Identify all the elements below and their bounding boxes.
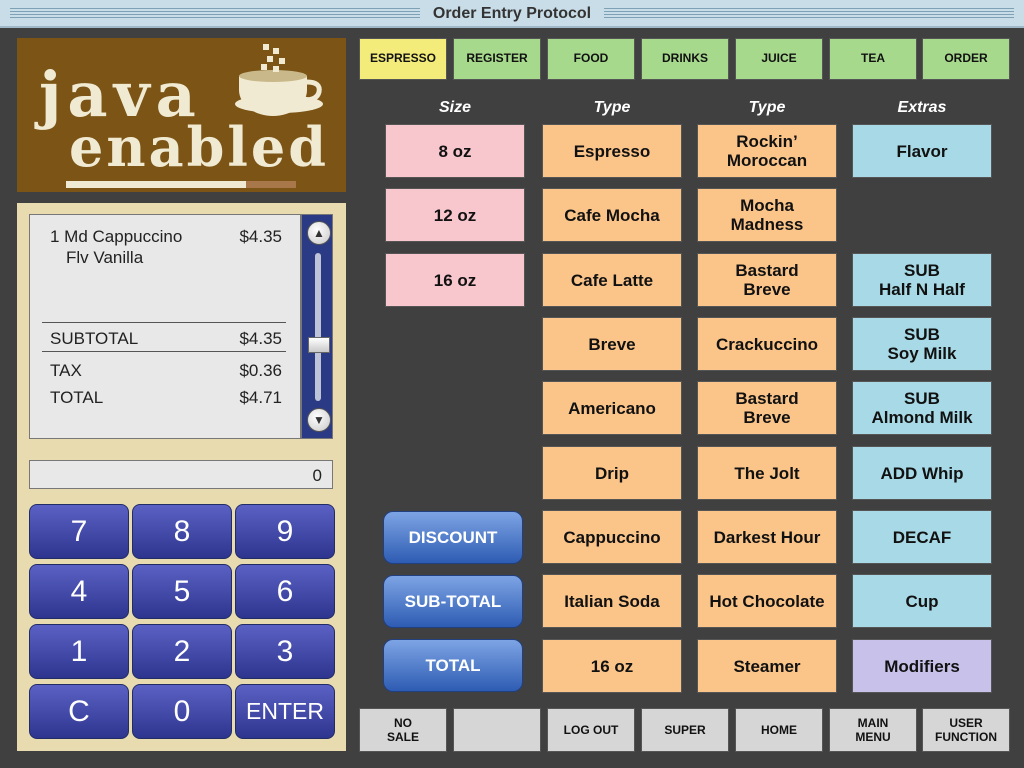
receipt-divider [42,322,286,323]
key-6[interactable]: 6 [235,564,335,619]
column-header-type-2: Type [748,99,786,116]
extra-decaf-button[interactable]: DECAF [852,510,992,564]
super-button[interactable]: SUPER [641,708,729,752]
drink-hot-chocolate-button[interactable]: Hot Chocolate [697,574,837,628]
tax-label: TAX [50,361,82,380]
drink-the-jolt-button[interactable]: The Jolt [697,446,837,500]
extra-sub-almond-milk-button[interactable]: SUB Almond Milk [852,381,992,435]
scroll-track[interactable] [315,253,321,401]
window-title: Order Entry Protocol [0,5,1024,23]
modifiers-button[interactable]: Modifiers [852,639,992,693]
key-0[interactable]: 0 [132,684,232,739]
drink-cafe-latte-button[interactable]: Cafe Latte [542,253,682,307]
scroll-thumb[interactable] [308,337,330,353]
tab-drinks[interactable]: DRINKS [641,38,729,80]
key-enter[interactable]: ENTER [235,684,335,739]
discount-button[interactable]: DISCOUNT [383,511,523,564]
no-sale-button[interactable]: NO SALE [359,708,447,752]
key-1[interactable]: 1 [29,624,129,679]
chevron-down-icon[interactable]: ▼ [307,408,331,432]
log-out-button[interactable]: LOG OUT [547,708,635,752]
subtotal-label: SUBTOTAL [50,329,139,348]
drink-espresso-button[interactable]: Espresso [542,124,682,178]
chevron-up-icon[interactable]: ▲ [307,221,331,245]
drink-bastard-breve-button-2[interactable]: Bastard Breve [697,381,837,435]
drink-crackuccino-button[interactable]: Crackuccino [697,317,837,371]
column-header-type: Type [593,99,631,116]
size-8oz-button[interactable]: 8 oz [385,124,525,178]
size-12oz-button[interactable]: 12 oz [385,188,525,242]
key-clear[interactable]: C [29,684,129,739]
key-3[interactable]: 3 [235,624,335,679]
receipt-divider [42,351,286,352]
receipt-item-modifier: Flv Vanilla [66,248,144,267]
key-7[interactable]: 7 [29,504,129,559]
order-receipt[interactable]: 1 Md Cappuccino $4.35 Flv Vanilla SUBTOT… [29,214,301,439]
total-label: TOTAL [50,388,104,407]
drink-cappuccino-button[interactable]: Cappuccino [542,510,682,564]
column-header-size: Size [438,99,471,116]
key-9[interactable]: 9 [235,504,335,559]
drink-bastard-breve-button[interactable]: Bastard Breve [697,253,837,307]
drink-darkest-hour-button[interactable]: Darkest Hour [697,510,837,564]
key-8[interactable]: 8 [132,504,232,559]
key-4[interactable]: 4 [29,564,129,619]
drink-steamer-button[interactable]: Steamer [697,639,837,693]
subtotal-button[interactable]: SUB-TOTAL [383,575,523,628]
user-function-button[interactable]: USER FUNCTION [922,708,1010,752]
extra-sub-half-n-half-button[interactable]: SUB Half N Half [852,253,992,307]
tax-value: $0.36 [239,361,282,380]
blank-function-button[interactable] [453,708,541,752]
extra-flavor-button[interactable]: Flavor [852,124,992,178]
tab-order[interactable]: ORDER [922,38,1010,80]
total-value: $4.71 [239,388,282,407]
total-button[interactable]: TOTAL [383,639,523,692]
drink-americano-button[interactable]: Americano [542,381,682,435]
key-5[interactable]: 5 [132,564,232,619]
tab-tea[interactable]: TEA [829,38,917,80]
receipt-item-name: 1 Md Cappuccino [50,227,183,246]
java-enabled-logo: java enabled [17,38,346,192]
extra-cup-button[interactable]: Cup [852,574,992,628]
coffee-cup-icon [235,44,323,116]
size-16oz-button[interactable]: 16 oz [385,253,525,307]
drink-breve-button[interactable]: Breve [542,317,682,371]
drink-cafe-mocha-button[interactable]: Cafe Mocha [542,188,682,242]
receipt-scrollbar[interactable]: ▲ ▼ [301,214,333,439]
drink-mocha-madness-button[interactable]: Mocha Madness [697,188,837,242]
tab-juice[interactable]: JUICE [735,38,823,80]
drink-italian-soda-button[interactable]: Italian Soda [542,574,682,628]
logo-text-enabled: enabled [69,115,329,179]
quantity-display[interactable]: 0 [29,460,333,489]
extra-add-whip-button[interactable]: ADD Whip [852,446,992,500]
column-header-extras: Extras [897,99,947,116]
title-bar: Order Entry Protocol [0,0,1024,28]
key-2[interactable]: 2 [132,624,232,679]
tab-espresso[interactable]: ESPRESSO [359,38,447,80]
drink-rockin-moroccan-button[interactable]: Rockin’ Moroccan [697,124,837,178]
drink-drip-button[interactable]: Drip [542,446,682,500]
extra-sub-soy-milk-button[interactable]: SUB Soy Milk [852,317,992,371]
main-menu-button[interactable]: MAIN MENU [829,708,917,752]
subtotal-value: $4.35 [239,329,282,348]
home-button[interactable]: HOME [735,708,823,752]
receipt-item-price: $4.35 [239,227,282,246]
tab-food[interactable]: FOOD [547,38,635,80]
tab-register[interactable]: REGISTER [453,38,541,80]
drink-16oz-button[interactable]: 16 oz [542,639,682,693]
